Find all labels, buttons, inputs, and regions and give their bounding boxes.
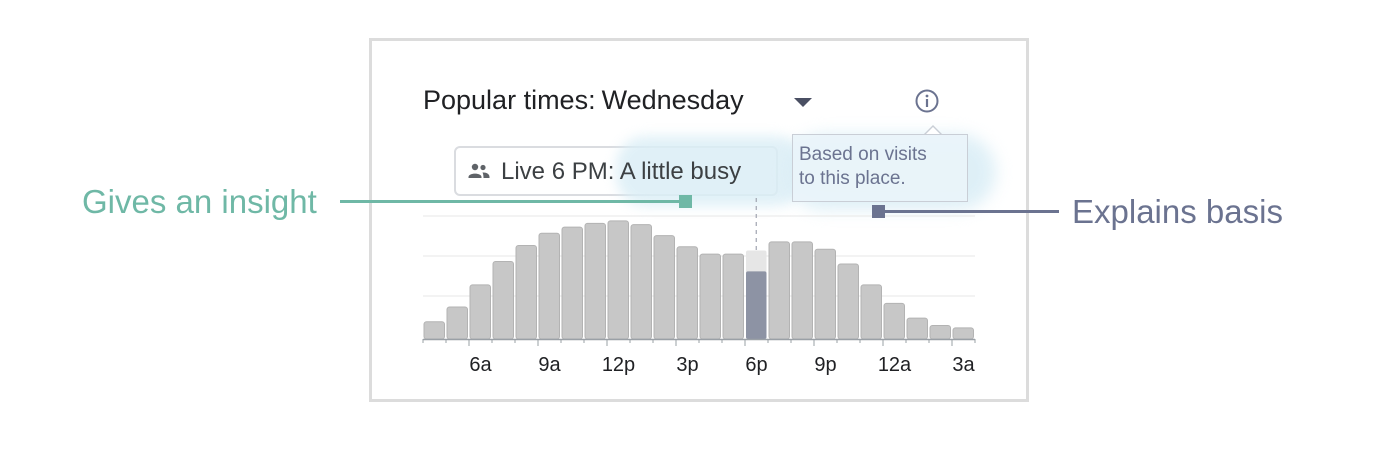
tooltip-body: Based on visits to this place. — [792, 134, 968, 202]
day-selector-value[interactable]: Wednesday — [602, 85, 744, 115]
live-busyness-label: A little busy — [619, 158, 742, 185]
basis-annotation: Explains basis — [1072, 193, 1283, 230]
live-status-text: Live 6 PM: A little busy — [501, 158, 741, 186]
info-tooltip: Based on visits to this place. — [786, 125, 996, 210]
chevron-down-icon[interactable] — [794, 98, 812, 107]
tooltip-line-2: to this place. — [799, 168, 906, 189]
insight-connector-marker — [679, 195, 692, 208]
popular-times-title[interactable]: Popular times: Wednesday — [423, 85, 744, 116]
live-separator: : — [607, 158, 615, 185]
popular-times-label: Popular times: — [423, 85, 596, 115]
tooltip-line-1: Based on visits — [799, 144, 927, 165]
insight-connector-line — [340, 200, 680, 203]
info-icon[interactable] — [915, 89, 939, 113]
popular-times-figure: Popular times: Wednesday Live 6 PM: A lit… — [0, 0, 1400, 452]
live-status-pill: Live 6 PM: A little busy — [454, 136, 806, 206]
basis-connector-marker — [872, 205, 885, 218]
live-time-label: Live 6 PM — [501, 158, 608, 185]
basis-connector-line — [883, 210, 1059, 213]
insight-annotation: Gives an insight — [82, 183, 317, 220]
tooltip-arrow-fill — [926, 127, 940, 134]
people-icon — [468, 163, 490, 178]
